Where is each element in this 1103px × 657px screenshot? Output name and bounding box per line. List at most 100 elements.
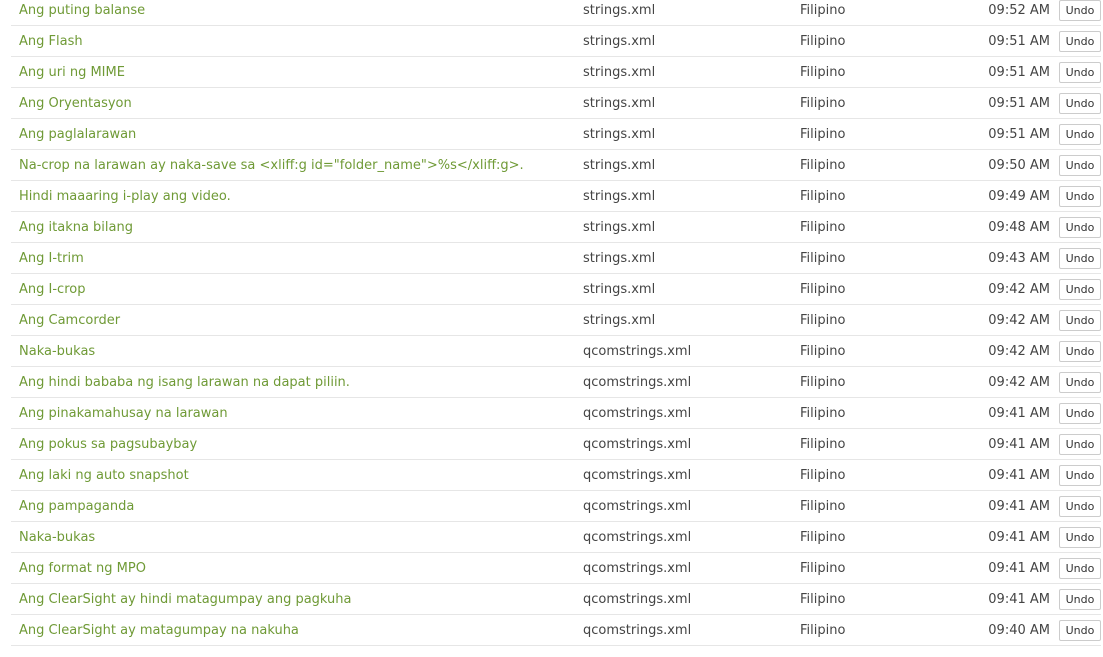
history-row: Ang itakna bilang strings.xml Filipino 0… [11, 211, 1101, 243]
translation-link[interactable]: Ang format ng MPO [19, 561, 146, 576]
translation-link[interactable]: Ang pokus sa pagsubaybay [19, 437, 197, 452]
undo-button[interactable]: Undo [1059, 588, 1101, 610]
language: Filipino [788, 459, 948, 491]
history-row: Naka-bukas qcomstrings.xml Filipino 09:4… [11, 521, 1101, 553]
translation-link[interactable]: Ang itakna bilang [19, 220, 133, 235]
language: Filipino [788, 56, 948, 88]
translation-link[interactable]: Hindi maaaring i-play ang video. [19, 189, 231, 204]
file-name: strings.xml [571, 56, 788, 88]
translation-link[interactable]: Ang pinakamahusay na larawan [19, 406, 228, 421]
action-cell: Undo [1052, 25, 1101, 57]
action-cell: Undo [1052, 552, 1101, 584]
timestamp: 09:51 AM [948, 56, 1052, 88]
translation-link[interactable]: Ang puting balanse [19, 3, 145, 18]
file-name: qcomstrings.xml [571, 552, 788, 584]
file-name: strings.xml [571, 0, 788, 26]
history-row: Ang I-trim strings.xml Filipino 09:43 AM… [11, 242, 1101, 274]
timestamp: 09:41 AM [948, 521, 1052, 553]
undo-button[interactable]: Undo [1059, 495, 1101, 517]
action-cell: Undo [1052, 335, 1101, 367]
file-name: strings.xml [571, 304, 788, 336]
undo-button[interactable]: Undo [1059, 557, 1101, 579]
translation-link[interactable]: Ang ClearSight ay matagumpay na nakuha [19, 623, 299, 638]
file-name: strings.xml [571, 87, 788, 119]
undo-button[interactable]: Undo [1059, 309, 1101, 331]
undo-button[interactable]: Undo [1059, 526, 1101, 548]
file-name: qcomstrings.xml [571, 428, 788, 460]
undo-button[interactable]: Undo [1059, 92, 1101, 114]
undo-button[interactable]: Undo [1059, 154, 1101, 176]
translation-cell: Ang I-trim [11, 242, 571, 274]
action-cell: Undo [1052, 273, 1101, 305]
language: Filipino [788, 0, 948, 26]
language: Filipino [788, 149, 948, 181]
undo-button[interactable]: Undo [1059, 433, 1101, 455]
action-cell: Undo [1052, 304, 1101, 336]
undo-button[interactable]: Undo [1059, 402, 1101, 424]
language: Filipino [788, 521, 948, 553]
language: Filipino [788, 366, 948, 398]
file-name: strings.xml [571, 25, 788, 57]
undo-button[interactable]: Undo [1059, 371, 1101, 393]
undo-button[interactable]: Undo [1059, 216, 1101, 238]
undo-button[interactable]: Undo [1059, 340, 1101, 362]
language: Filipino [788, 25, 948, 57]
undo-button[interactable]: Undo [1059, 0, 1101, 21]
file-name: strings.xml [571, 118, 788, 150]
history-row: Ang Oryentasyon strings.xml Filipino 09:… [11, 87, 1101, 119]
timestamp: 09:41 AM [948, 552, 1052, 584]
file-name: strings.xml [571, 211, 788, 243]
timestamp: 09:41 AM [948, 490, 1052, 522]
translation-link[interactable]: Ang laki ng auto snapshot [19, 468, 189, 483]
history-row: Na-crop na larawan ay naka-save sa <xlif… [11, 149, 1101, 181]
translation-link[interactable]: Ang Flash [19, 34, 83, 49]
translation-link[interactable]: Ang ClearSight ay hindi matagumpay ang p… [19, 592, 352, 607]
translation-cell: Ang laki ng auto snapshot [11, 459, 571, 491]
translation-link[interactable]: Ang Oryentasyon [19, 96, 132, 111]
translation-cell: Hindi maaaring i-play ang video. [11, 180, 571, 212]
file-name: strings.xml [571, 149, 788, 181]
history-row: Ang puting balanse strings.xml Filipino … [11, 0, 1101, 26]
timestamp: 09:42 AM [948, 335, 1052, 367]
undo-button[interactable]: Undo [1059, 61, 1101, 83]
action-cell: Undo [1052, 56, 1101, 88]
language: Filipino [788, 304, 948, 336]
translation-cell: Ang format ng MPO [11, 552, 571, 584]
file-name: qcomstrings.xml [571, 614, 788, 646]
action-cell: Undo [1052, 0, 1101, 26]
translation-cell: Ang ClearSight ay hindi matagumpay ang p… [11, 583, 571, 615]
timestamp: 09:42 AM [948, 366, 1052, 398]
language: Filipino [788, 180, 948, 212]
action-cell: Undo [1052, 366, 1101, 398]
translation-link[interactable]: Ang uri ng MIME [19, 65, 125, 80]
translation-link[interactable]: Naka-bukas [19, 344, 95, 359]
undo-button[interactable]: Undo [1059, 464, 1101, 486]
undo-button[interactable]: Undo [1059, 619, 1101, 641]
action-cell: Undo [1052, 459, 1101, 491]
timestamp: 09:51 AM [948, 25, 1052, 57]
translation-link[interactable]: Ang hindi bababa ng isang larawan na dap… [19, 375, 350, 390]
undo-button[interactable]: Undo [1059, 278, 1101, 300]
language: Filipino [788, 335, 948, 367]
undo-button[interactable]: Undo [1059, 30, 1101, 52]
language: Filipino [788, 490, 948, 522]
translation-cell: Ang uri ng MIME [11, 56, 571, 88]
timestamp: 09:42 AM [948, 273, 1052, 305]
undo-button[interactable]: Undo [1059, 123, 1101, 145]
translation-cell: Ang puting balanse [11, 0, 571, 26]
translation-cell: Ang pokus sa pagsubaybay [11, 428, 571, 460]
translation-link[interactable]: Ang paglalarawan [19, 127, 136, 142]
translation-link[interactable]: Ang I-trim [19, 251, 84, 266]
undo-button[interactable]: Undo [1059, 185, 1101, 207]
language: Filipino [788, 211, 948, 243]
history-row: Naka-bukas qcomstrings.xml Filipino 09:4… [11, 335, 1101, 367]
translation-link[interactable]: Ang I-crop [19, 282, 85, 297]
undo-button[interactable]: Undo [1059, 247, 1101, 269]
translation-link[interactable]: Naka-bukas [19, 530, 95, 545]
translation-link[interactable]: Ang pampaganda [19, 499, 134, 514]
translation-link[interactable]: Ang Camcorder [19, 313, 120, 328]
translation-link[interactable]: Na-crop na larawan ay naka-save sa <xlif… [19, 158, 524, 173]
history-row: Ang pokus sa pagsubaybay qcomstrings.xml… [11, 428, 1101, 460]
history-row: Hindi maaaring i-play ang video. strings… [11, 180, 1101, 212]
translation-cell: Naka-bukas [11, 335, 571, 367]
